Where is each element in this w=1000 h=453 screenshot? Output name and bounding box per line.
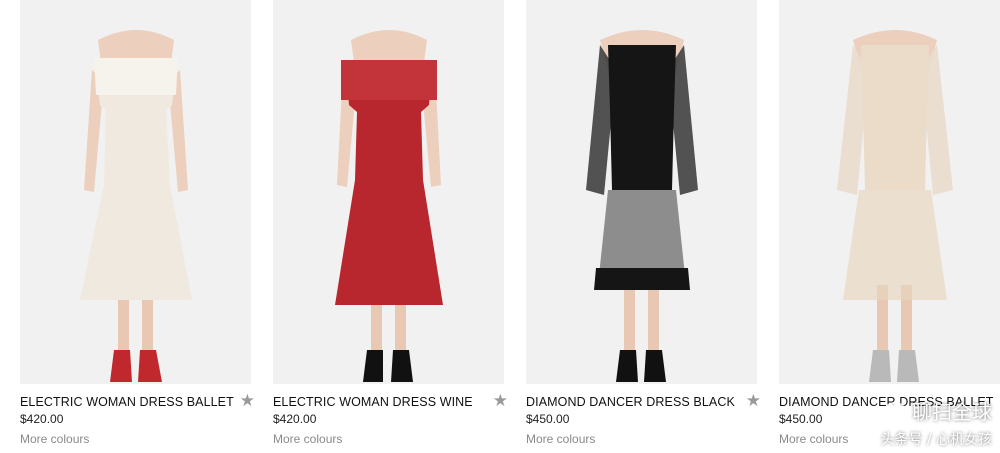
product-card[interactable]: DIAMOND DANCER DRESS BALLET ★ $450.00 Mo… <box>779 0 1000 446</box>
dress-illustration <box>586 30 698 382</box>
product-title[interactable]: ELECTRIC WOMAN DRESS WINE <box>273 395 473 409</box>
more-colours-link[interactable]: More colours <box>20 432 251 446</box>
product-image[interactable] <box>526 0 757 384</box>
watermark-line2: 头条号 / 心机女孩 <box>880 432 992 448</box>
product-card[interactable]: ELECTRIC WOMAN DRESS BALLET ★ $420.00 Mo… <box>20 0 255 446</box>
more-colours-link[interactable]: More colours <box>526 432 757 446</box>
wechat-logo-icon <box>884 401 906 420</box>
product-image[interactable] <box>779 0 1000 384</box>
product-card[interactable]: ELECTRIC WOMAN DRESS WINE ★ $420.00 More… <box>273 0 508 446</box>
star-icon[interactable]: ★ <box>493 392 508 409</box>
star-icon[interactable]: ★ <box>746 392 761 409</box>
product-image[interactable] <box>273 0 504 384</box>
star-icon[interactable]: ★ <box>240 392 255 409</box>
product-price: $420.00 <box>273 412 317 426</box>
product-price: $450.00 <box>526 412 570 426</box>
product-title[interactable]: ELECTRIC WOMAN DRESS BALLET <box>20 395 234 409</box>
watermark-line1: 聊扫全球 <box>912 400 992 424</box>
more-colours-link[interactable]: More colours <box>273 432 504 446</box>
product-grid: ELECTRIC WOMAN DRESS BALLET ★ $420.00 Mo… <box>20 0 1000 446</box>
dress-illustration <box>837 30 953 382</box>
product-title[interactable]: DIAMOND DANCER DRESS BLACK <box>526 395 735 409</box>
product-card[interactable]: DIAMOND DANCER DRESS BLACK ★ $450.00 Mor… <box>526 0 761 446</box>
watermark: 聊扫全球 头条号 / 心机女孩 <box>880 396 992 449</box>
dress-illustration <box>335 30 443 382</box>
dress-illustration <box>80 30 192 382</box>
product-price: $420.00 <box>20 412 64 426</box>
product-image[interactable] <box>20 0 251 384</box>
